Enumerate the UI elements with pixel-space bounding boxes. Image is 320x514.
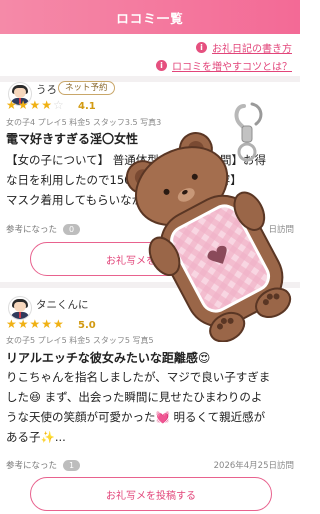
helpful-count: 1 <box>63 459 81 471</box>
review-title[interactable]: リアルエッチな彼女みたいな距離感😍 <box>6 349 210 366</box>
rating-score: 4.1 <box>78 101 96 112</box>
review-tips-link[interactable]: i ロコミを増やすコツとは？ <box>156 57 292 73</box>
rating-score: 5.0 <box>78 320 96 331</box>
page-header: ロコミ一覧 <box>0 0 300 34</box>
page-title: ロコミ一覧 <box>116 10 184 26</box>
net-reservation-badge: ネット予約 <box>58 81 115 95</box>
helpful-button[interactable]: 参考になった 0 <box>6 223 81 235</box>
info-icon: i <box>156 59 167 71</box>
visit-date: 2026年4月25日訪問 <box>213 461 294 471</box>
info-icon: i <box>196 41 207 53</box>
helpful-button[interactable]: 参考になった 1 <box>6 459 81 471</box>
helpful-count: 0 <box>63 223 81 235</box>
review-body[interactable]: りこちゃんを指名しましたが、マジで良い子すぎま した😆 まず、出会った瞬間に見せ… <box>6 367 296 447</box>
reviewer-name: タニくんに <box>36 299 89 311</box>
star-rating: ★★★★☆ <box>6 98 65 112</box>
star-rating: ★★★★★ <box>6 317 65 331</box>
diary-guide-link[interactable]: i お礼日記の書き方 <box>196 39 292 55</box>
post-thanks-photo-button[interactable]: お礼写メを投稿する <box>30 477 272 511</box>
bear-keychain-sticker-icon <box>125 132 292 342</box>
reviewer-name: うろ <box>36 84 57 96</box>
